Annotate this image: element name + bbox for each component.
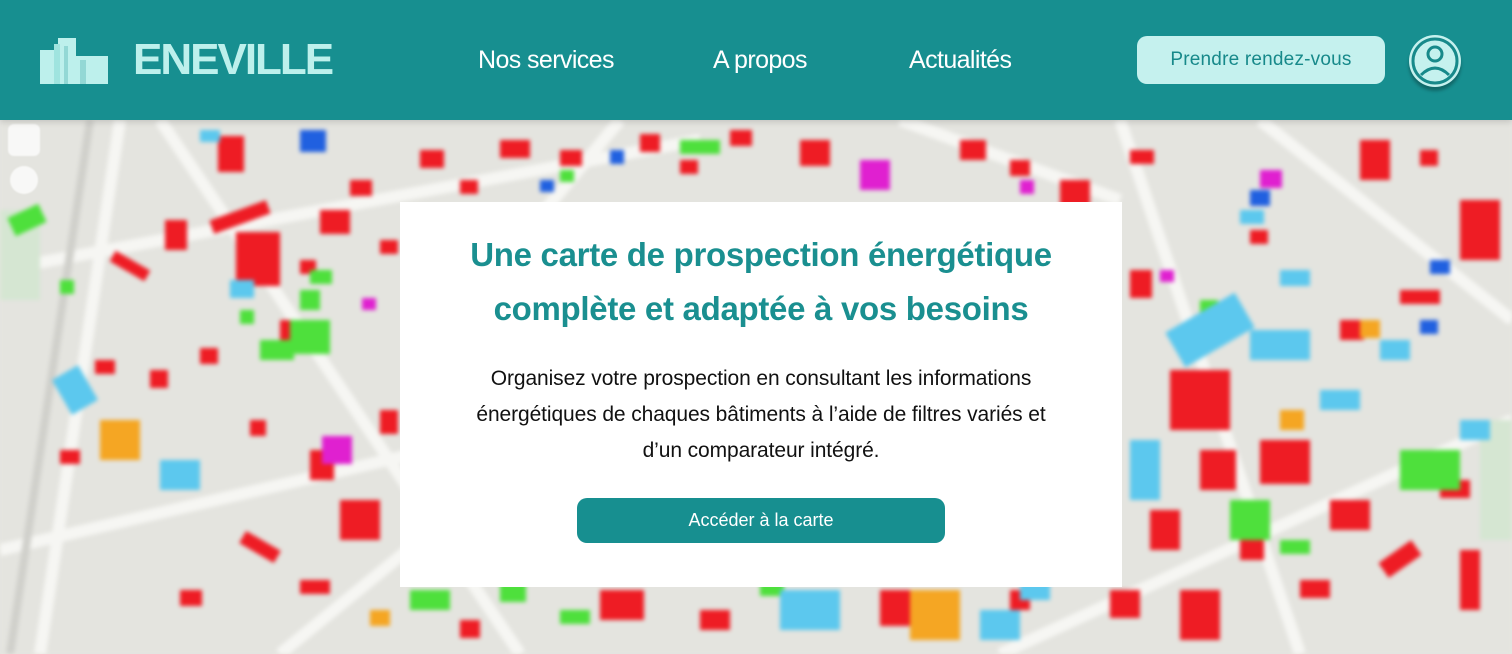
book-appointment-button[interactable]: Prendre rendez-vous [1137, 36, 1385, 84]
map-zoom-control[interactable] [8, 124, 40, 156]
top-navigation-bar: ENEVILLE Nos services A propos Actualité… [0, 0, 1512, 120]
brand-logo[interactable] [40, 36, 108, 84]
hero-title-line: Une carte de prospection énergétique [470, 236, 1052, 273]
user-account-icon [1411, 37, 1459, 85]
brand-name: ENEVILLE [133, 35, 334, 84]
hero-description-line: Organisez votre prospection en consultan… [490, 367, 1032, 390]
map-compass-control[interactable] [10, 166, 38, 194]
hero-title-line: complète et adaptée à vos besoins [493, 290, 1029, 327]
hero-card: Une carte de prospection énergétique com… [400, 202, 1122, 587]
hero-description-line: énergétiques de chaques bâtiments à l’ai… [476, 403, 1046, 426]
nav-item-news[interactable]: Actualités [909, 44, 1012, 76]
open-map-button[interactable]: Accéder à la carte [577, 498, 945, 543]
hero-description-line: d’un comparateur intégré. [642, 439, 880, 462]
nav-item-services[interactable]: Nos services [478, 44, 615, 76]
nav-item-about[interactable]: A propos [713, 44, 807, 76]
city-buildings-icon [40, 38, 108, 84]
hero-description: Organisez votre prospection en consultan… [420, 361, 1102, 469]
account-avatar-button[interactable] [1409, 35, 1461, 87]
hero-title: Une carte de prospection énergétique com… [400, 228, 1122, 336]
